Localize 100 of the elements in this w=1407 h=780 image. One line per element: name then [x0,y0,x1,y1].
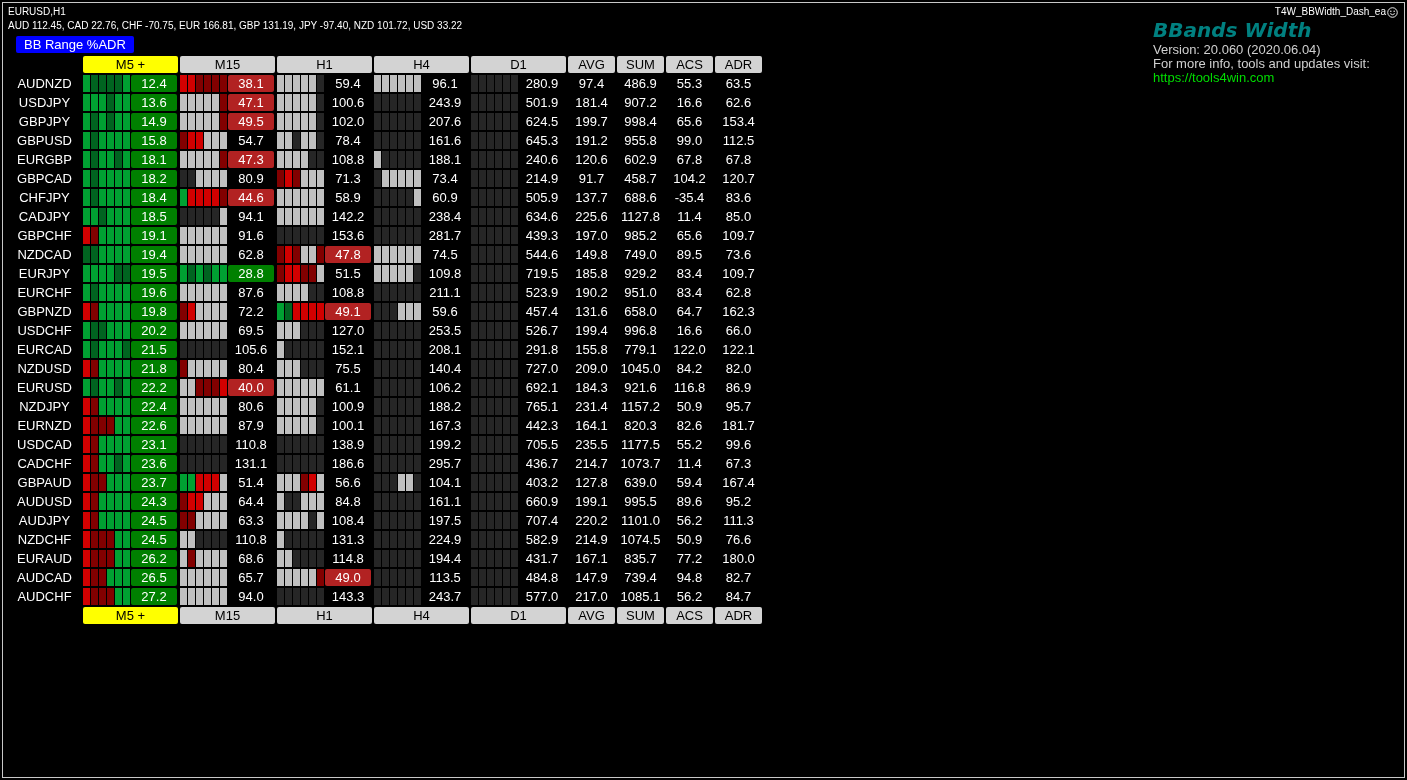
value-cell-text: 131.3 [330,531,366,548]
table-cell-text: 76.6 [724,531,753,549]
table-cell-text: 167.4 [721,474,756,492]
table-cell-text: 83.6 [724,189,753,207]
value-cell-text: 54.7 [237,132,265,149]
value-cell-text: 91.6 [237,227,265,244]
pair-label: CADCHF [16,455,73,473]
value-cell-text: 100.1 [330,417,366,434]
value-cell-text: 63.3 [237,512,265,529]
value-cell-text: 505.9 [524,189,560,206]
column-header[interactable]: SUM [617,56,664,73]
column-header[interactable]: SUM [617,607,664,624]
table-cell-text: 11.4 [676,455,703,473]
table-cell-text: 199.7 [574,113,609,131]
table-cell-text: 996.8 [623,322,658,340]
value-cell-text: 80.4 [237,360,265,377]
value-cell: 19.8 [131,303,177,320]
table-cell-text: 64.7 [675,303,704,321]
table-cell-text: 111.3 [722,512,755,530]
version-text: Version: 20.060 (2020.06.04) [1153,43,1321,57]
pair-label: GBPNZD [16,303,73,321]
column-header[interactable]: D1 [471,607,566,624]
value-cell-text: 142.2 [330,208,366,225]
value-cell: 27.2 [131,588,177,605]
value-cell: 19.5 [131,265,177,282]
table-cell-text: 89.5 [675,246,704,264]
value-cell-text: 243.7 [427,588,463,605]
column-header[interactable]: ADR [715,56,762,73]
column-header[interactable]: AVG [568,607,615,624]
column-header[interactable]: M5 + [83,56,178,73]
value-cell-text: 501.9 [524,94,560,111]
pair-label: GBPCAD [16,170,73,188]
value-cell-text: 108.8 [330,284,366,301]
table-cell-text: 199.4 [574,322,609,340]
table-cell-text: 998.4 [623,113,658,131]
table-cell-text: 1127.8 [620,208,661,226]
table-cell-text: 486.9 [623,75,658,93]
value-cell-text: 104.1 [427,474,463,491]
pair-label: EURGBP [16,151,73,169]
table-cell-text: 50.9 [675,398,704,416]
value-cell-text: 58.9 [334,189,362,206]
pair-label: EURAUD [16,550,73,568]
table-cell-text: 82.7 [724,569,753,587]
column-header[interactable]: ADR [715,607,762,624]
value-cell-text: 84.8 [334,493,362,510]
table-cell-text: 225.6 [574,208,609,226]
value-cell-text: 224.9 [427,531,463,548]
table-cell-text: 95.2 [724,493,753,511]
column-header[interactable]: H4 [374,607,469,624]
value-cell-text: 705.5 [524,436,560,453]
table-cell-text: 94.8 [675,569,704,587]
column-header[interactable]: H1 [277,56,372,73]
value-cell: 19.4 [131,246,177,263]
value-cell-text: 167.3 [427,417,463,434]
chart-symbol-label: EURUSD,H1 [8,5,66,19]
value-cell: 22.4 [131,398,177,415]
value-cell-text: 87.6 [237,284,265,301]
table-cell-text: 86.9 [724,379,753,397]
value-cell-text: 59.4 [334,75,362,92]
table-cell-text: 214.7 [574,455,609,473]
value-cell-text: 87.9 [237,417,265,434]
value-cell: 24.5 [131,531,177,548]
column-header[interactable]: ACS [666,607,713,624]
value-cell-text: 110.8 [234,531,268,548]
value-cell: 44.6 [228,189,274,206]
value-cell-text: 100.6 [330,94,366,111]
table-cell-text: 162.3 [721,303,756,321]
table-cell-text: 11.4 [676,208,703,226]
value-cell-text: 238.4 [427,208,463,225]
value-cell-text: 102.0 [330,113,366,130]
value-cell-text: 161.6 [427,132,463,149]
column-header[interactable]: H4 [374,56,469,73]
value-cell-text: 660.9 [524,493,560,510]
table-cell-text: 50.9 [675,531,704,549]
value-cell: 19.6 [131,284,177,301]
column-header[interactable]: M15 [180,607,275,624]
column-header[interactable]: D1 [471,56,566,73]
pair-label: USDCHF [16,322,73,340]
column-header[interactable]: ACS [666,56,713,73]
value-cell-text: 94.0 [237,588,265,605]
table-cell-text: 67.3 [724,455,753,473]
column-header[interactable]: H1 [277,607,372,624]
mode-button[interactable]: BB Range %ADR [16,36,134,53]
value-cell-text: 280.9 [524,75,560,92]
column-header[interactable]: M5 + [83,607,178,624]
pair-label: USDCAD [16,436,73,454]
info-text: For more info, tools and updates visit: [1153,57,1370,71]
table-cell-text: 62.8 [724,284,753,302]
value-cell-text: 138.9 [330,436,366,453]
value-cell: 22.2 [131,379,177,396]
pair-label: AUDUSD [16,493,73,511]
website-link[interactable]: https://tools4win.com [1153,71,1275,85]
value-cell-text: 253.5 [427,322,463,339]
pair-label: EURJPY [17,265,72,283]
table-cell-text: 820.3 [623,417,658,435]
column-header[interactable]: M15 [180,56,275,73]
value-cell-text: 114.8 [331,550,365,567]
column-header[interactable]: AVG [568,56,615,73]
value-cell-text: 131.1 [233,455,269,472]
value-cell: 24.3 [131,493,177,510]
